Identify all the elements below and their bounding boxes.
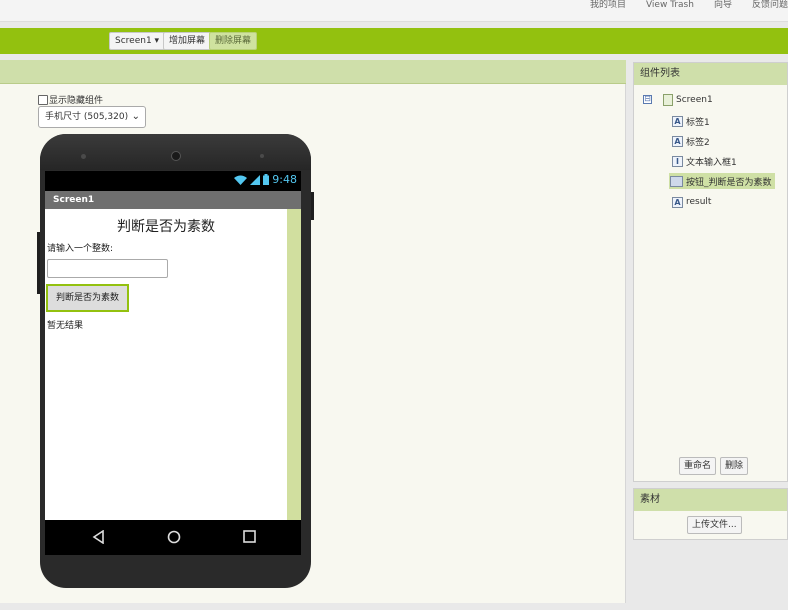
viewer-header	[0, 60, 626, 84]
media-panel: 素材 上传文件...	[633, 488, 788, 540]
app-title-bar: Screen1	[45, 191, 301, 209]
front-camera	[171, 151, 181, 161]
rename-button[interactable]: 重命名	[679, 457, 717, 475]
check-prime-button[interactable]: 判断是否为素数	[46, 284, 129, 312]
label-icon: A	[672, 115, 683, 127]
status-time: 9:48	[272, 173, 297, 186]
app-heading-label[interactable]: 判断是否为素数	[45, 216, 287, 236]
phone-size-select[interactable]: 手机尺寸 (505,320) ⌄	[38, 106, 146, 128]
show-hidden-components[interactable]: 显示隐藏组件	[38, 93, 103, 106]
wifi-icon	[234, 175, 248, 185]
tree-item-result[interactable]: A result	[671, 194, 714, 210]
sensor-dot	[81, 154, 86, 159]
menu-guide[interactable]: 向导	[714, 0, 732, 12]
sensor-dot	[260, 154, 264, 158]
tree-item-label: Screen1	[676, 95, 713, 105]
volume-button	[37, 232, 40, 294]
home-icon	[167, 530, 181, 544]
screen-icon	[663, 94, 673, 106]
tree-item-label: result	[686, 197, 712, 207]
signal-icon	[250, 174, 261, 185]
menu-feedback[interactable]: 反馈问题	[752, 0, 788, 12]
label-icon: A	[672, 135, 683, 147]
battery-icon	[263, 174, 270, 185]
phone-mockup: 9:48 Screen1 判断是否为素数 请输入一个整数: 判断是否为素数 暂无…	[37, 134, 314, 588]
tree-item-label: 标签2	[686, 137, 710, 148]
app-screen: 判断是否为素数 请输入一个整数: 判断是否为素数 暂无结果	[45, 209, 301, 520]
menu-view-trash[interactable]: View Trash	[646, 0, 694, 12]
show-hidden-checkbox[interactable]	[38, 94, 48, 105]
label-icon: A	[672, 196, 683, 208]
phone-size-value: 手机尺寸 (505,320)	[45, 112, 129, 122]
collapse-toggle-icon[interactable]: ⊟	[643, 95, 652, 104]
tree-item-label: 文本输入框1	[686, 157, 737, 168]
phone-status-bar: 9:48	[45, 171, 301, 191]
top-menu-bar: 我的项目 View Trash 向导 反馈问题	[0, 0, 788, 22]
components-header: 组件列表	[634, 63, 787, 85]
recents-icon	[243, 530, 256, 543]
power-button	[311, 192, 314, 220]
delete-button[interactable]: 删除	[720, 457, 749, 475]
show-hidden-label: 显示隐藏组件	[49, 96, 104, 106]
number-input-field[interactable]	[47, 259, 168, 278]
tree-item-label: 标签1	[686, 117, 710, 128]
components-panel: 组件列表 ⊟ Screen1 A 标签1 A 标签2 I 文本输入框1 按钮_判…	[633, 62, 788, 482]
tree-item-label: 按钮_判断是否为素数	[686, 177, 772, 188]
tree-item-label1[interactable]: A 标签1	[671, 113, 713, 129]
menu-my-projects[interactable]: 我的项目	[590, 0, 626, 12]
textbox-icon: I	[672, 155, 683, 167]
tree-item-check-prime-button[interactable]: 按钮_判断是否为素数	[669, 173, 775, 189]
tree-item-textbox1[interactable]: I 文本输入框1	[671, 153, 740, 169]
back-icon	[92, 530, 104, 544]
upload-file-button[interactable]: 上传文件...	[687, 516, 742, 534]
chevron-down-icon: ⌄	[131, 111, 140, 122]
screen-scrollbar	[287, 209, 301, 520]
remove-screen-button[interactable]: 删除屏幕	[209, 32, 258, 50]
result-label[interactable]: 暂无结果	[47, 318, 83, 331]
add-screen-button[interactable]: 增加屏幕	[163, 32, 212, 50]
tree-item-label2[interactable]: A 标签2	[671, 133, 713, 149]
top-menu-links: 我的项目 View Trash 向导 反馈问题	[590, 0, 788, 12]
status-icons: 9:48	[234, 173, 297, 186]
media-header: 素材	[634, 489, 787, 511]
designer-toolbar: Screen1 ▾ 增加屏幕 删除屏幕	[0, 28, 788, 54]
phone-nav-bar	[45, 520, 301, 555]
viewer-panel: 显示隐藏组件 手机尺寸 (505,320) ⌄ 9:48 Screen1 判断是…	[0, 60, 626, 603]
input-prompt-label[interactable]: 请输入一个整数:	[47, 241, 113, 254]
tree-item-screen1[interactable]: Screen1	[662, 92, 716, 108]
screen-select-dropdown[interactable]: Screen1 ▾	[109, 32, 166, 50]
button-icon	[670, 175, 683, 187]
